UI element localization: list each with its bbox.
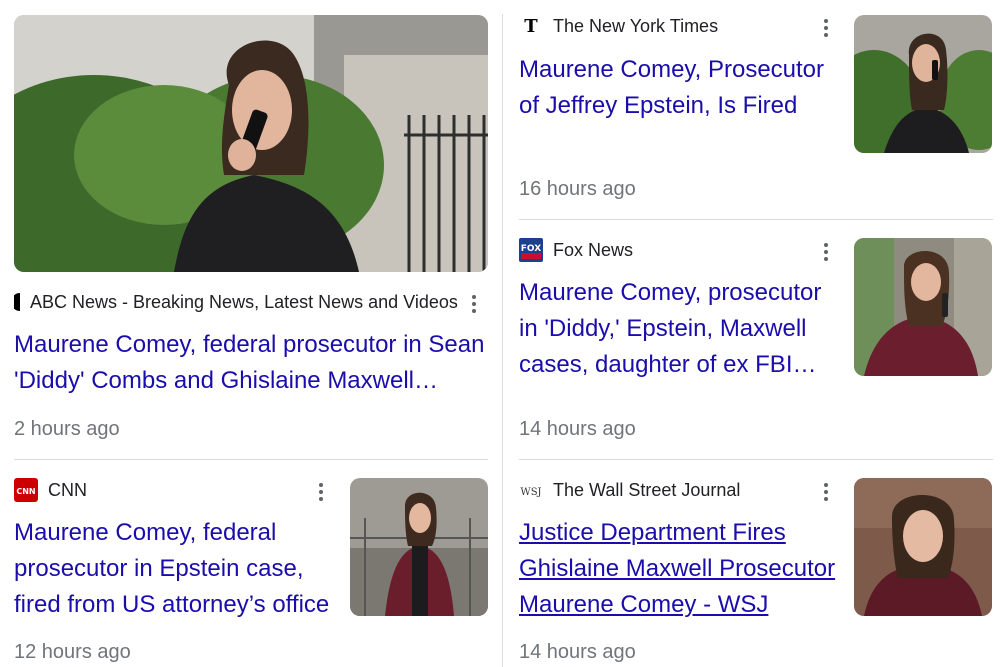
news-source[interactable]: CNN CNN: [14, 478, 87, 502]
row-divider: [519, 219, 993, 220]
news-source[interactable]: ABC News - Breaking News, Latest News an…: [14, 290, 458, 314]
nyt-logo-icon: T: [519, 14, 543, 38]
news-source[interactable]: FOX Fox News: [519, 238, 633, 262]
svg-text:FOX: FOX: [521, 244, 541, 254]
more-options-icon[interactable]: [816, 480, 836, 504]
column-divider: [502, 14, 503, 667]
headline-link[interactable]: Maurene Comey, Prosecutor of Jeffrey Eps…: [519, 52, 839, 124]
timestamp: 2 hours ago: [14, 418, 120, 440]
headline-link[interactable]: Justice Department Fires Ghislaine Maxwe…: [519, 515, 841, 623]
timestamp: 14 hours ago: [519, 641, 636, 663]
more-options-icon[interactable]: [816, 16, 836, 40]
svg-text:CNN: CNN: [16, 487, 35, 496]
wsj-logo-icon: WSJ: [519, 478, 543, 502]
headline-link[interactable]: Maurene Comey, federal prosecutor in Sea…: [14, 327, 494, 399]
source-name: The New York Times: [553, 15, 719, 36]
more-options-icon[interactable]: [816, 240, 836, 264]
headline-link[interactable]: Maurene Comey, prosecutor in 'Diddy,' Ep…: [519, 275, 839, 383]
news-source[interactable]: T The New York Times: [519, 14, 718, 38]
abc-logo-icon: [14, 290, 20, 314]
more-options-icon[interactable]: [311, 480, 331, 504]
cnn-logo-icon: CNN: [14, 478, 38, 502]
timestamp: 12 hours ago: [14, 641, 131, 663]
svg-text:WSJ: WSJ: [520, 487, 541, 498]
source-name: Fox News: [553, 239, 634, 260]
article-thumbnail[interactable]: [350, 478, 488, 616]
headline-link[interactable]: Maurene Comey, federal prosecutor in Eps…: [14, 515, 336, 623]
source-name: The Wall Street Journal: [553, 479, 741, 500]
article-image[interactable]: [14, 15, 488, 272]
fox-news-logo-icon: FOX: [519, 238, 543, 262]
timestamp: 16 hours ago: [519, 178, 636, 200]
source-name: CNN: [48, 479, 87, 500]
timestamp: 14 hours ago: [519, 418, 636, 440]
source-name: ABC News - Breaking News, Latest News an…: [30, 291, 458, 312]
article-thumbnail[interactable]: [854, 478, 992, 616]
row-divider: [14, 459, 488, 460]
row-divider: [519, 459, 993, 460]
svg-text:T: T: [524, 16, 538, 37]
news-source[interactable]: WSJ The Wall Street Journal: [519, 478, 740, 502]
more-options-icon[interactable]: [464, 292, 484, 316]
article-thumbnail[interactable]: [854, 238, 992, 376]
article-thumbnail[interactable]: [854, 15, 992, 153]
